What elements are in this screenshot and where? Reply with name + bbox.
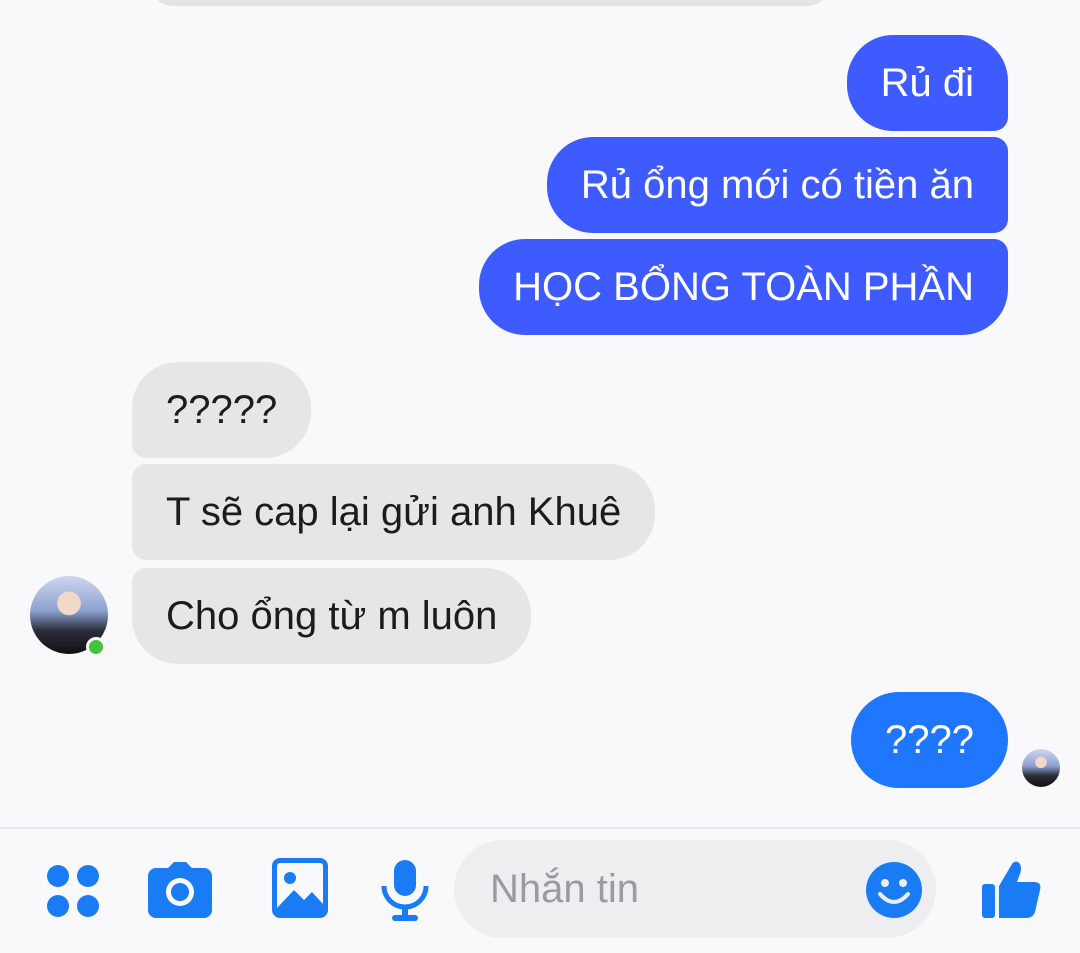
message-incoming[interactable]: T sẽ cap lại gửi anh Khuê xyxy=(132,464,656,560)
image-icon[interactable] xyxy=(272,858,328,918)
message-outgoing[interactable]: HỌC BỔNG TOÀN PHẦN xyxy=(479,239,1008,335)
online-status-dot xyxy=(86,637,106,657)
message-outgoing[interactable]: Rủ ổng mới có tiền ăn xyxy=(546,137,1008,233)
camera-icon[interactable] xyxy=(148,862,212,918)
message-incoming[interactable]: ????? xyxy=(132,362,312,458)
message-incoming[interactable]: Cho ổng từ m luôn xyxy=(132,568,532,664)
message-input[interactable]: Nhắn tin xyxy=(454,840,936,938)
emoji-icon[interactable] xyxy=(866,862,922,918)
seen-receipt-avatar xyxy=(1022,749,1060,787)
thumbs-up-icon[interactable] xyxy=(982,860,1042,918)
message-input-placeholder: Nhắn tin xyxy=(490,867,639,911)
message-outgoing[interactable]: Rủ đi xyxy=(846,35,1008,131)
message-outgoing[interactable]: ???? xyxy=(851,692,1008,788)
mic-icon[interactable] xyxy=(380,860,430,922)
menu-icon[interactable] xyxy=(46,864,100,918)
previous-message-bubble xyxy=(150,0,830,6)
